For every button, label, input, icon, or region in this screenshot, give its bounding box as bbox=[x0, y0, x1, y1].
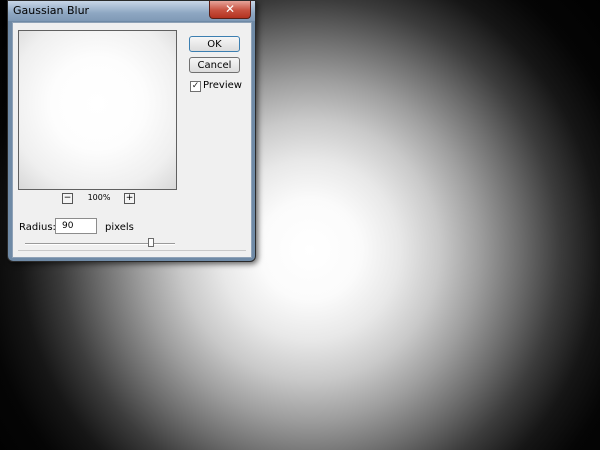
dialog-client-area: OK Cancel ✓ Preview − 100% + Radius: pix… bbox=[12, 22, 252, 258]
dialog-titlebar[interactable]: Gaussian Blur ✕ bbox=[8, 1, 255, 21]
gaussian-blur-dialog: Gaussian Blur ✕ OK Cancel ✓ Preview − 10… bbox=[7, 0, 256, 262]
radius-slider-thumb[interactable] bbox=[148, 238, 154, 247]
preview-label: Preview bbox=[203, 80, 242, 91]
plus-icon: + bbox=[125, 193, 134, 203]
preview-checkbox[interactable]: ✓ bbox=[190, 81, 201, 92]
zoom-in-button[interactable]: + bbox=[124, 193, 135, 204]
checkmark-icon: ✓ bbox=[191, 81, 200, 91]
minus-icon: − bbox=[63, 193, 72, 203]
cancel-button[interactable]: Cancel bbox=[189, 57, 240, 73]
dialog-title: Gaussian Blur bbox=[13, 4, 90, 17]
preview-pane[interactable] bbox=[18, 30, 177, 190]
pixels-unit-label: pixels bbox=[105, 222, 134, 233]
zoom-out-button[interactable]: − bbox=[62, 193, 73, 204]
radius-label: Radius: bbox=[19, 222, 56, 233]
close-button[interactable]: ✕ bbox=[209, 1, 251, 19]
close-icon: ✕ bbox=[224, 2, 236, 16]
zoom-level: 100% bbox=[87, 193, 111, 202]
divider bbox=[18, 250, 246, 251]
radius-input[interactable] bbox=[55, 218, 97, 234]
ok-button[interactable]: OK bbox=[189, 36, 240, 52]
